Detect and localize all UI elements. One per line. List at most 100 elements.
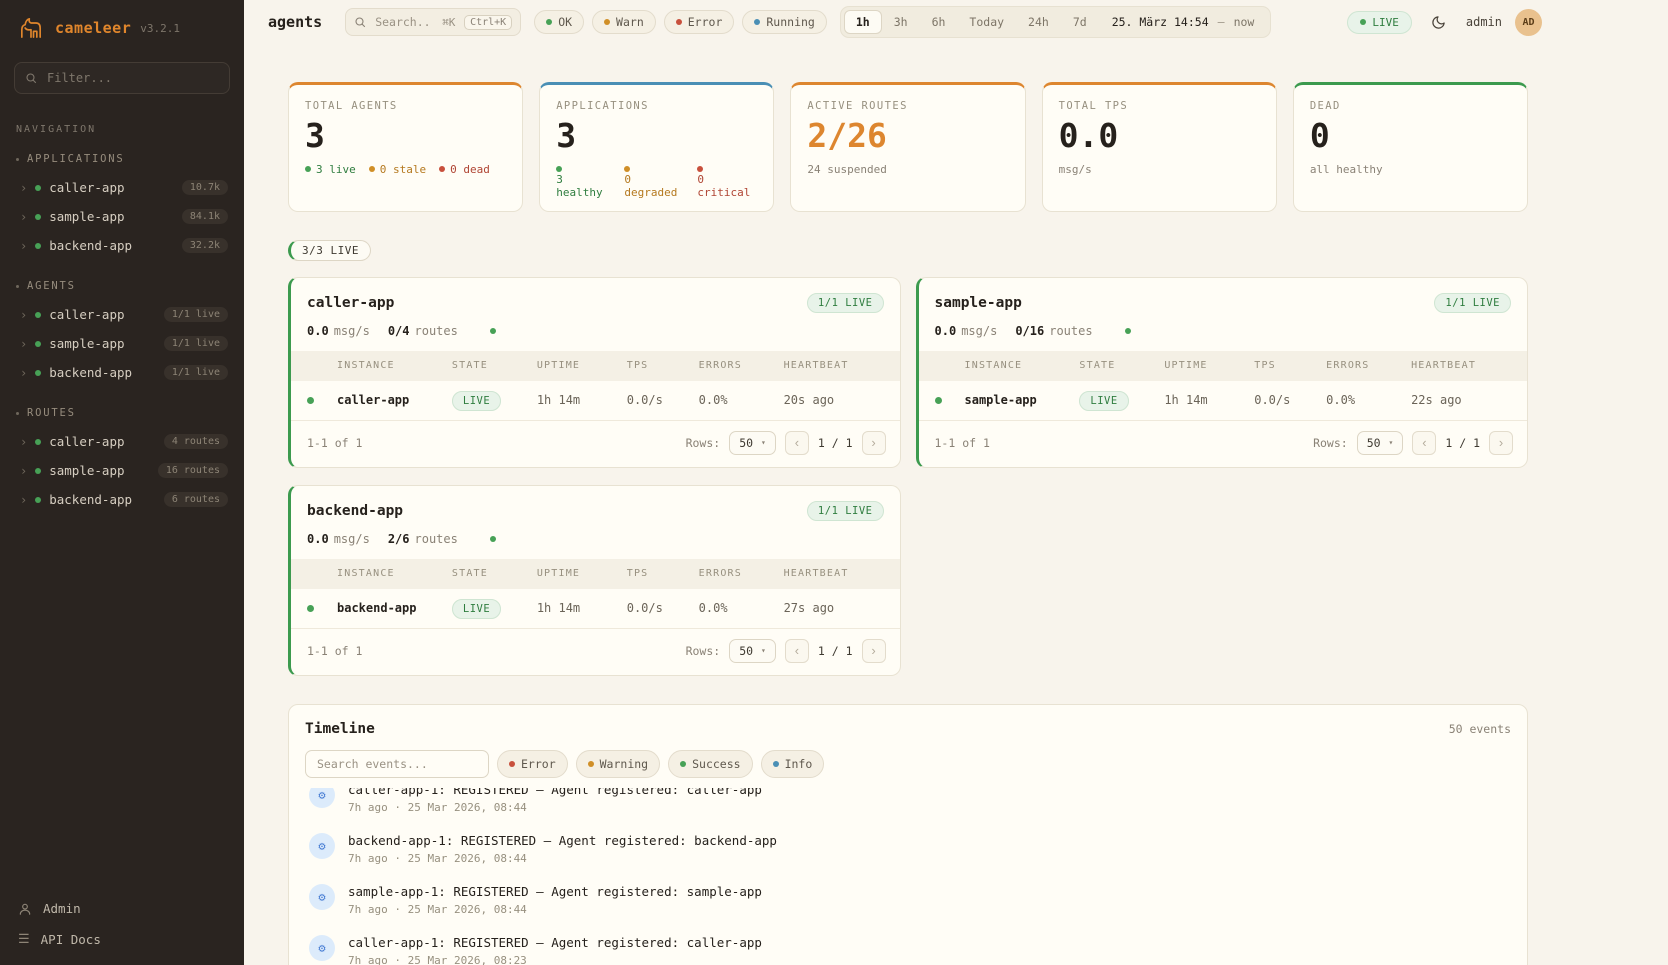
filter-input[interactable] — [45, 70, 219, 86]
app-routes-unit: routes — [415, 532, 458, 546]
warn-dot — [604, 19, 610, 25]
rows-per-page-select[interactable]: 50 ▾ — [729, 639, 776, 663]
sidebar-item-agents-backend-app[interactable]: › backend-app 1/1 live — [0, 358, 244, 387]
app-routes-value: 2/6 — [388, 532, 410, 546]
logo-text: cameleer — [55, 19, 131, 37]
amber-dot — [369, 166, 375, 172]
rows-per-page-select[interactable]: 50 ▾ — [1357, 431, 1404, 455]
section-bullet — [16, 285, 19, 288]
admin-link[interactable]: Admin — [18, 901, 226, 916]
sidebar-item-agents-caller-app[interactable]: › caller-app 1/1 live — [0, 300, 244, 329]
section-header-applications[interactable]: APPLICATIONS — [0, 149, 244, 173]
green-dot — [556, 166, 562, 172]
app-tps-value: 0.0 — [935, 324, 957, 338]
col-uptime: UPTIME — [1164, 360, 1254, 371]
timeline-events[interactable]: ⚙ caller-app-1: REGISTERED — Agent regis… — [305, 788, 1511, 965]
stat-label: ACTIVE ROUTES — [807, 100, 1008, 112]
app-routes-value: 0/16 — [1015, 324, 1044, 338]
timeline-chip-success[interactable]: Success — [668, 750, 752, 778]
rows-per-page-select[interactable]: 50 ▾ — [729, 431, 776, 455]
timeline-event[interactable]: ⚙ caller-app-1: REGISTERED — Agent regis… — [305, 788, 1511, 823]
stat-legend: 3 live 0 stale 0 dead — [305, 163, 506, 176]
instance-heartbeat: 27s ago — [784, 601, 884, 615]
range-end: now — [1234, 15, 1255, 29]
legend-item: 3 healthy — [556, 173, 611, 199]
prev-page-button[interactable]: ‹ — [785, 431, 809, 455]
red-dot — [439, 166, 445, 172]
range-1h[interactable]: 1h — [844, 10, 882, 34]
range-7d[interactable]: 7d — [1061, 10, 1099, 34]
next-page-button[interactable]: › — [862, 639, 886, 663]
sidebar-item-routes-sample-app[interactable]: › sample-app 16 routes — [0, 456, 244, 485]
timeline-event[interactable]: ⚙ sample-app-1: REGISTERED — Agent regis… — [305, 874, 1511, 925]
sidebar-item-applications-caller-app[interactable]: › caller-app 10.7k — [0, 173, 244, 202]
table-row[interactable]: backend-app LIVE 1h 14m 0.0/s 0.0% 27s a… — [291, 589, 900, 629]
search-icon — [354, 16, 366, 28]
next-page-button[interactable]: › — [1489, 431, 1513, 455]
range-6h[interactable]: 6h — [920, 10, 958, 34]
topbar-right: LIVE admin AD — [1347, 8, 1542, 36]
range-24h[interactable]: 24h — [1016, 10, 1061, 34]
prev-page-button[interactable]: ‹ — [785, 639, 809, 663]
api-docs-link[interactable]: ☰ API Docs — [18, 932, 226, 947]
prev-page-button[interactable]: ‹ — [1412, 431, 1436, 455]
col-uptime: UPTIME — [537, 568, 627, 579]
nav-item-label: caller-app — [49, 307, 124, 322]
search-input[interactable] — [373, 14, 435, 30]
filter-chip-running[interactable]: Running — [742, 10, 826, 34]
timeline-search-input[interactable] — [305, 750, 489, 778]
chip-label: Info — [785, 757, 813, 771]
table-row[interactable]: caller-app LIVE 1h 14m 0.0/s 0.0% 20s ag… — [291, 381, 900, 421]
timeline-chip-info[interactable]: Info — [761, 750, 825, 778]
live-dot — [1360, 19, 1366, 25]
col-heartbeat: HEARTBEAT — [784, 568, 884, 579]
logo[interactable]: cameleer v3.2.1 — [0, 16, 244, 62]
next-page-button[interactable]: › — [862, 431, 886, 455]
filter-chip-error[interactable]: Error — [664, 10, 735, 34]
col-state: STATE — [1079, 360, 1164, 371]
section-header-routes[interactable]: ROUTES — [0, 403, 244, 427]
status-dot — [35, 497, 41, 503]
sidebar-item-agents-sample-app[interactable]: › sample-app 1/1 live — [0, 329, 244, 358]
filter-chip-ok[interactable]: OK — [534, 10, 584, 34]
sidebar: cameleer v3.2.1 NAVIGATION APPLICATIONS … — [0, 0, 244, 965]
ok-dot — [546, 19, 552, 25]
stat-label: APPLICATIONS — [556, 100, 757, 112]
app-root: cameleer v3.2.1 NAVIGATION APPLICATIONS … — [0, 0, 1668, 965]
filter-chip-warn[interactable]: Warn — [592, 10, 656, 34]
col-instance: INSTANCE — [965, 360, 1080, 371]
chevron-right-icon: › — [20, 465, 27, 477]
nav-item-label: sample-app — [49, 463, 124, 478]
api-docs-label: API Docs — [41, 932, 101, 947]
dark-mode-toggle[interactable] — [1425, 8, 1453, 36]
table-row[interactable]: sample-app LIVE 1h 14m 0.0/s 0.0% 22s ag… — [919, 381, 1528, 421]
instance-tps: 0.0/s — [1254, 393, 1326, 407]
live-label: LIVE — [1372, 16, 1399, 29]
timeline-event[interactable]: ⚙ backend-app-1: REGISTERED — Agent regi… — [305, 823, 1511, 874]
nav-item-badge: 32.2k — [182, 238, 228, 253]
stat-value: 2/26 — [807, 119, 1008, 154]
timeline-event[interactable]: ⚙ caller-app-1: REGISTERED — Agent regis… — [305, 925, 1511, 965]
section-header-agents[interactable]: AGENTS — [0, 276, 244, 300]
sidebar-item-applications-backend-app[interactable]: › backend-app 32.2k — [0, 231, 244, 260]
main-area: agents ⌘K Ctrl+K OK Warn — [244, 0, 1668, 965]
stat-card-dead: DEAD 0 all healthy — [1293, 82, 1528, 212]
chip-label: Success — [692, 757, 740, 771]
app-stats-row: 0.0 msg/s 0/16 routes — [919, 320, 1528, 351]
nav-item-label: backend-app — [49, 365, 132, 380]
nav-item-label: sample-app — [49, 209, 124, 224]
sidebar-item-routes-backend-app[interactable]: › backend-app 6 routes — [0, 485, 244, 514]
app-cards-grid: caller-app 1/1 LIVE 0.0 msg/s 0/4 routes… — [288, 277, 1528, 676]
range-today[interactable]: Today — [957, 10, 1016, 34]
legend-item: 0 dead — [450, 163, 490, 176]
timeline-chip-warning[interactable]: Warning — [576, 750, 660, 778]
rows-value: 50 — [1367, 436, 1381, 450]
range-3h[interactable]: 3h — [882, 10, 920, 34]
timeline-chip-error[interactable]: Error — [497, 750, 568, 778]
sidebar-item-applications-sample-app[interactable]: › sample-app 84.1k — [0, 202, 244, 231]
app-routes-value: 0/4 — [388, 324, 410, 338]
app-routes-unit: routes — [415, 324, 458, 338]
sidebar-item-routes-caller-app[interactable]: › caller-app 4 routes — [0, 427, 244, 456]
avatar[interactable]: AD — [1515, 9, 1542, 36]
chevron-down-icon: ▾ — [1389, 438, 1394, 447]
